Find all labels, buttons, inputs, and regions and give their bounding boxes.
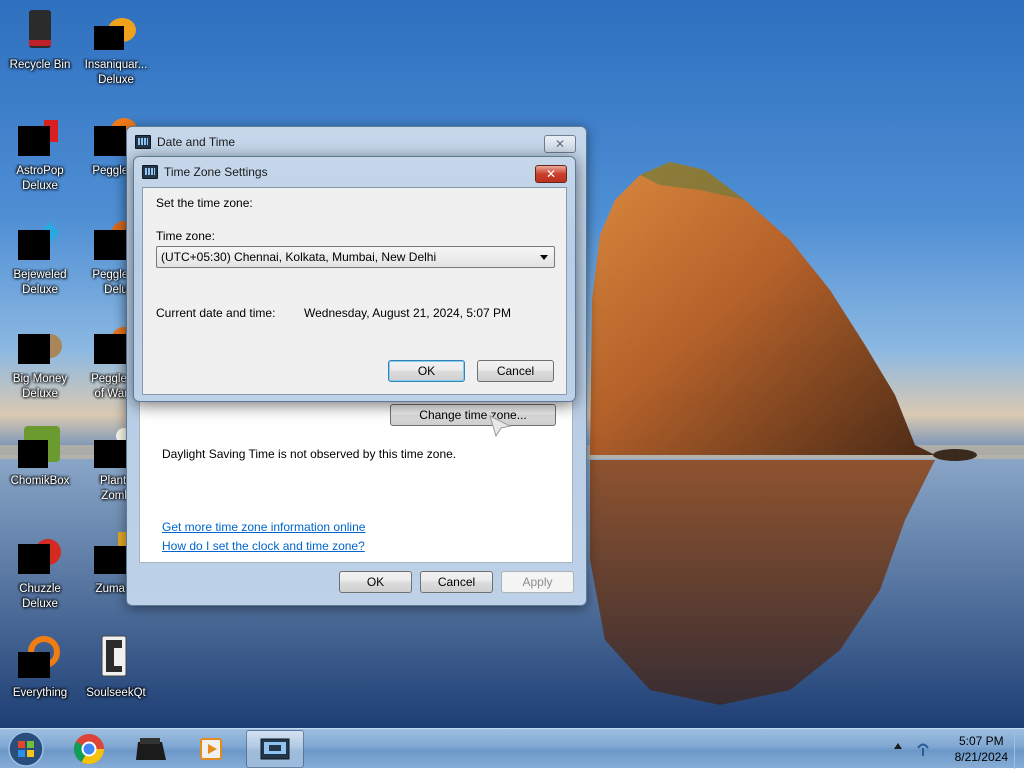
start-button[interactable] (2, 730, 50, 768)
dst-status-text: Daylight Saving Time is not observed by … (162, 447, 457, 461)
mouse-cursor-icon (489, 415, 512, 438)
cancel-button[interactable]: Cancel (477, 360, 554, 382)
network-icon[interactable] (914, 739, 932, 757)
taskbar: 5:07 PM 8/21/2024 (0, 728, 1024, 769)
desktop-icon-label: Bejeweled (13, 269, 67, 281)
desktop-icon-insaniquarium[interactable]: Insaniquar... Deluxe (76, 2, 156, 98)
desktop-icon-big-money[interactable]: Big Money Deluxe (0, 316, 80, 412)
fish-game-icon (94, 18, 136, 50)
control-panel-clock-icon (135, 135, 151, 149)
windows-orb-icon (8, 731, 44, 767)
show-desktop-button[interactable] (1014, 729, 1024, 769)
media-player-icon (200, 738, 222, 760)
desktop-icon-label: Chuzzle (19, 583, 61, 595)
clock-date: 8/21/2024 (954, 750, 1008, 764)
desktop-icon-label: Deluxe (22, 284, 58, 296)
desktop-icon-label: Deluxe (22, 598, 58, 610)
desktop-icon-label: Recycle Bin (9, 59, 71, 71)
everything-search-icon (18, 636, 60, 678)
soulseek-icon (101, 635, 127, 677)
cancel-button[interactable]: Cancel (420, 571, 493, 593)
current-date-time-label: Current date and time: (156, 306, 276, 320)
astropop-icon (18, 120, 58, 156)
desktop-icon-recycle-bin[interactable]: Recycle Bin (0, 2, 80, 98)
desktop-icon-chomikbox[interactable]: ChomikBox (0, 420, 80, 516)
ok-button[interactable]: OK (388, 360, 465, 382)
close-icon: ✕ (545, 167, 557, 181)
desktop-icon-label: Insaniquar... (84, 59, 148, 71)
window-title: Time Zone Settings (164, 165, 268, 179)
show-hidden-icons-button[interactable] (894, 743, 902, 749)
change-time-zone-button[interactable]: Change time zone... (390, 404, 556, 426)
money-bag-icon (18, 334, 62, 364)
desktop-icon-label: Deluxe (22, 388, 58, 400)
control-panel-clock-icon (260, 738, 290, 760)
how-to-set-clock-link[interactable]: How do I set the clock and time zone? (162, 539, 365, 553)
time-zone-value: (UTC+05:30) Chennai, Kolkata, Mumbai, Ne… (161, 250, 437, 264)
desktop-icon-label: Big Money (12, 373, 68, 385)
time-zone-settings-window: Time Zone Settings ✕ Set the time zone: … (133, 156, 576, 402)
clock-icon (142, 165, 158, 179)
dark-folder-icon (136, 738, 166, 760)
desktop-icon-label: Deluxe (98, 74, 134, 86)
taskbar-date-time[interactable] (246, 730, 304, 768)
set-time-zone-heading: Set the time zone: (156, 196, 253, 210)
desktop-icon-label: Deluxe (22, 180, 58, 192)
close-icon: ✕ (554, 137, 566, 151)
desktop-icon-label: SoulseekQt (86, 687, 146, 699)
taskbar-chrome[interactable] (60, 730, 118, 768)
more-time-zone-info-link[interactable]: Get more time zone information online (162, 520, 365, 534)
taskbar-media-player[interactable] (182, 730, 240, 768)
desktop-icon-astropop[interactable]: AstroPop Deluxe (0, 108, 80, 204)
close-button[interactable]: ✕ (544, 135, 576, 153)
current-date-time-value: Wednesday, August 21, 2024, 5:07 PM (304, 306, 512, 320)
title-bar: Date and Time ✕ (127, 127, 586, 157)
chuzzle-icon (18, 539, 61, 574)
desktop-icon-label: Everything (12, 687, 68, 699)
time-zone-label: Time zone: (156, 229, 215, 243)
desktop-icon-chuzzle[interactable]: Chuzzle Deluxe (0, 526, 80, 622)
chrome-icon (73, 734, 104, 765)
desktop-icon-label: ChomikBox (10, 475, 70, 487)
system-clock[interactable]: 5:07 PM 8/21/2024 (955, 733, 1008, 765)
desktop-icon-soulseek[interactable]: SoulseekQt (76, 630, 156, 726)
desktop-icon-label: AstroPop (16, 165, 64, 177)
window-title: Date and Time (157, 135, 236, 149)
ok-button[interactable]: OK (339, 571, 412, 593)
desktop-icon-bejeweled[interactable]: Bejeweled Deluxe (0, 212, 80, 308)
recycle-bin-icon (29, 10, 51, 48)
time-zone-dropdown[interactable]: (UTC+05:30) Chennai, Kolkata, Mumbai, Ne… (156, 246, 555, 268)
clock-time: 5:07 PM (958, 734, 1004, 748)
desktop-icon-everything[interactable]: Everything (0, 630, 80, 726)
title-bar: Time Zone Settings ✕ (134, 157, 575, 187)
time-zone-panel: Set the time zone: Time zone: (UTC+05:30… (142, 187, 567, 395)
chevron-down-icon (540, 255, 548, 260)
bejeweled-icon (18, 222, 60, 260)
taskbar-app-dark[interactable] (122, 730, 180, 768)
apply-button: Apply (501, 571, 574, 593)
chomikbox-icon (18, 426, 60, 468)
close-button[interactable]: ✕ (535, 165, 567, 183)
